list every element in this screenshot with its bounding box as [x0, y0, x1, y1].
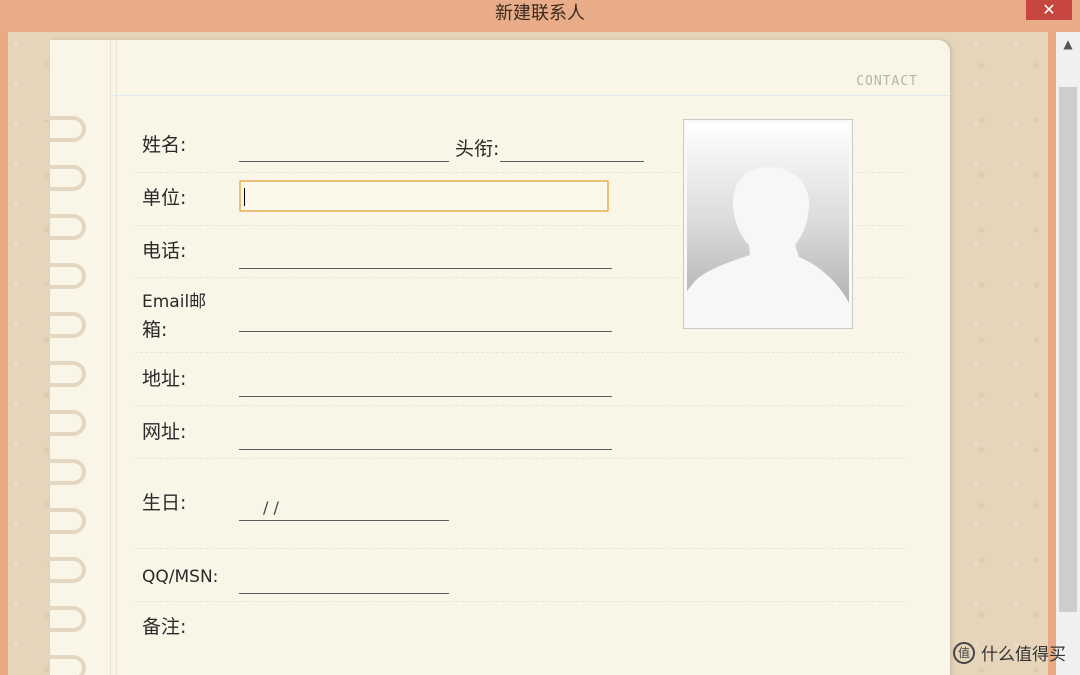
address-label: 地址: — [142, 368, 187, 390]
watermark: 值 什么值得买 — [953, 640, 1066, 665]
notebook-page: CONTACT 姓名: 头衔: 单位: 电话: Email邮 箱: 地址: 网址… — [44, 40, 950, 675]
im-label: QQ/MSN: — [142, 567, 219, 587]
avatar-silhouette-icon — [687, 167, 849, 325]
phone-field[interactable] — [239, 268, 612, 269]
smzdm-logo-icon: 值 — [953, 641, 975, 664]
spiral-ring-icon — [44, 606, 86, 632]
content-area: CONTACT 姓名: 头衔: 单位: 电话: Email邮 箱: 地址: 网址… — [8, 32, 1048, 675]
header-line — [110, 95, 950, 96]
spiral-ring-icon — [44, 557, 86, 583]
name-field[interactable] — [239, 161, 449, 162]
spiral-ring-icon — [44, 655, 86, 675]
birthday-field[interactable] — [239, 520, 449, 521]
scroll-thumb[interactable] — [1059, 87, 1077, 612]
row-separator — [135, 352, 905, 353]
address-field[interactable] — [239, 396, 612, 397]
spiral-ring-icon — [44, 165, 86, 191]
contact-tag: CONTACT — [856, 74, 918, 89]
spiral-ring-icon — [44, 214, 86, 240]
spiral-ring-icon — [44, 116, 86, 142]
company-label: 单位: — [142, 187, 187, 209]
company-input[interactable] — [239, 180, 609, 212]
phone-label: 电话: — [142, 240, 187, 262]
website-label: 网址: — [142, 421, 187, 443]
note-label: 备注: — [142, 616, 187, 638]
name-label: 姓名: — [142, 134, 187, 156]
spiral-ring-icon — [44, 263, 86, 289]
email-label-line1: Email邮 — [142, 292, 207, 312]
margin-line — [110, 40, 111, 675]
window-title: 新建联系人 — [495, 3, 585, 24]
title-field[interactable] — [500, 161, 644, 162]
email-label-line2: 箱: — [142, 319, 168, 341]
spiral-ring-icon — [44, 508, 86, 534]
row-separator — [135, 548, 905, 549]
avatar-placeholder — [687, 123, 849, 325]
spiral-ring-icon — [44, 459, 86, 485]
spiral-ring-icon — [44, 361, 86, 387]
row-separator — [135, 601, 905, 602]
website-field[interactable] — [239, 449, 612, 450]
row-separator — [135, 458, 905, 459]
title-bar: 新建联系人 ✕ — [0, 0, 1080, 30]
spiral-ring-icon — [44, 312, 86, 338]
email-field[interactable] — [239, 331, 612, 332]
text-caret — [244, 188, 245, 206]
im-field[interactable] — [239, 593, 449, 594]
spiral-ring-icon — [44, 410, 86, 436]
row-separator — [135, 405, 905, 406]
vertical-scrollbar[interactable]: ▲ — [1056, 32, 1080, 675]
birthday-value: / / — [263, 498, 279, 517]
watermark-text: 什么值得买 — [981, 645, 1066, 665]
margin-line-inner — [116, 40, 117, 675]
scroll-up-arrow-icon[interactable]: ▲ — [1056, 32, 1080, 56]
contact-photo[interactable] — [683, 119, 853, 329]
close-button[interactable]: ✕ — [1026, 0, 1072, 20]
title-label: 头衔: — [455, 138, 500, 160]
birthday-label: 生日: — [142, 492, 187, 514]
